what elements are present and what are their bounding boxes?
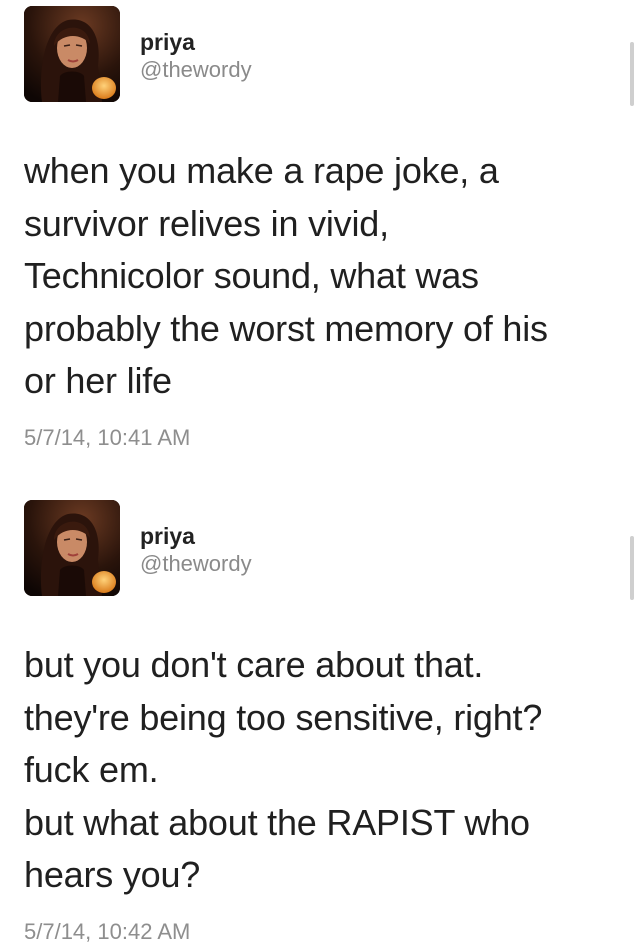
tweet-text-line: when you make a rape joke, a	[24, 150, 499, 191]
user-handle[interactable]: @thewordy	[140, 550, 252, 578]
profile-photo-icon	[24, 500, 120, 596]
user-block[interactable]: priya @thewordy	[140, 522, 252, 578]
tweet-text-line: or her life	[24, 360, 172, 401]
tweet-text-line: probably the worst memory of his	[24, 307, 548, 349]
tweet-text-line: but what about the RAPIST who	[24, 801, 530, 843]
user-block[interactable]: priya @thewordy	[140, 28, 252, 84]
tweet-text: when you make a rape joke, a survivor re…	[24, 145, 624, 408]
timestamp[interactable]: 5/7/14, 10:41 AM	[24, 425, 190, 451]
display-name[interactable]: priya	[140, 522, 252, 550]
tweet-text-line: hears you?	[24, 854, 201, 895]
avatar[interactable]	[24, 500, 120, 596]
tweet-card[interactable]: priya @thewordy but you don't care about…	[0, 494, 640, 947]
tweet-text-line: Technicolor sound, what was	[24, 255, 479, 296]
tweet-text-line: survivor relives in vivid,	[24, 202, 389, 244]
tweet-card[interactable]: priya @thewordy when you make a rape jok…	[0, 0, 640, 470]
follow-button-edge[interactable]	[630, 42, 634, 106]
display-name[interactable]: priya	[140, 28, 252, 56]
avatar[interactable]	[24, 6, 120, 102]
profile-photo-icon	[24, 6, 120, 102]
tweet-text: but you don't care about that. they're b…	[24, 639, 624, 902]
user-handle[interactable]: @thewordy	[140, 56, 252, 84]
tweet-text-line: but you don't care about that.	[24, 644, 484, 685]
timestamp[interactable]: 5/7/14, 10:42 AM	[24, 919, 190, 945]
follow-button-edge[interactable]	[630, 536, 634, 600]
tweet-text-line: fuck em.	[24, 749, 159, 790]
tweet-text-line: they're being too sensitive, right?	[24, 696, 543, 738]
